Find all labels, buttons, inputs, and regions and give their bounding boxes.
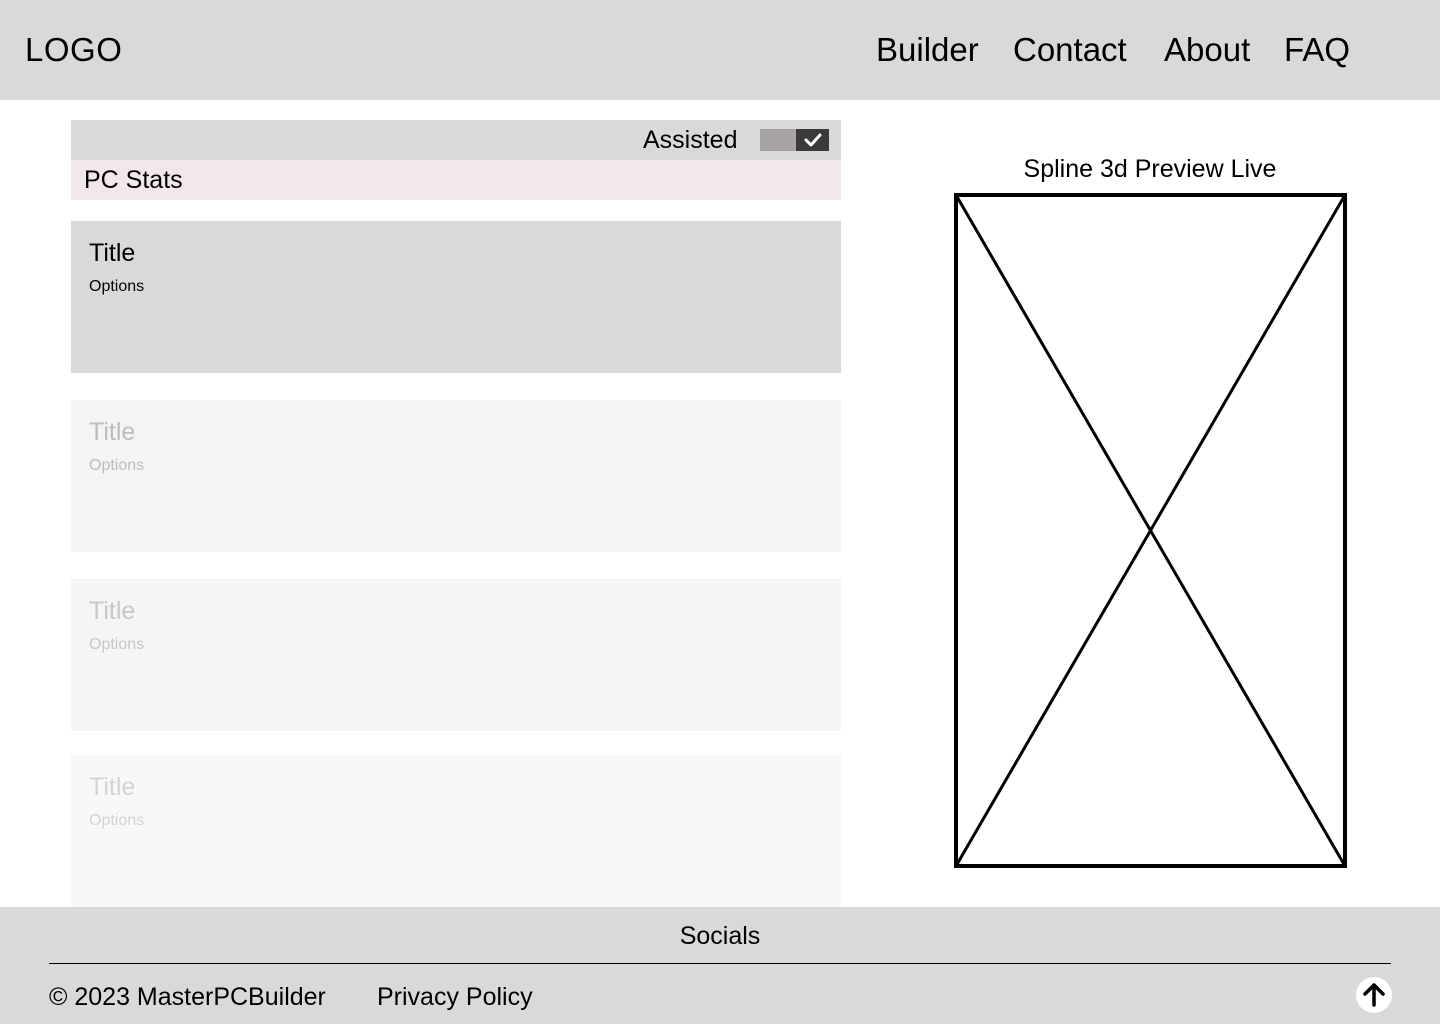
card-options: Options xyxy=(89,636,145,653)
pc-stats-bar[interactable]: PC Stats xyxy=(71,160,841,200)
component-card[interactable]: Title Options xyxy=(71,400,841,552)
check-icon xyxy=(804,133,821,147)
card-title: Title xyxy=(89,773,136,801)
nav-builder-link[interactable]: Builder xyxy=(876,30,979,70)
nav-contact-link[interactable]: Contact xyxy=(1013,30,1127,70)
site-header: LOGO Builder Contact About FAQ xyxy=(0,0,1440,100)
assisted-toggle[interactable] xyxy=(760,129,829,151)
assisted-label: Assisted xyxy=(643,126,738,154)
card-options: Options xyxy=(89,812,145,829)
preview-title: Spline 3d Preview Live xyxy=(1023,155,1277,183)
footer-divider xyxy=(49,963,1391,964)
site-footer: Socials © 2023 MasterPCBuilder Privacy P… xyxy=(0,907,1440,1024)
assisted-bar: Assisted xyxy=(71,120,841,160)
copyright-text: © 2023 MasterPCBuilder xyxy=(49,983,326,1011)
nav-faq-link[interactable]: FAQ xyxy=(1284,30,1350,70)
card-options: Options xyxy=(89,278,145,295)
nav-about-link[interactable]: About xyxy=(1164,30,1250,70)
component-card[interactable]: Title Options xyxy=(71,755,841,907)
logo[interactable]: LOGO xyxy=(25,30,122,70)
privacy-policy-link[interactable]: Privacy Policy xyxy=(377,982,533,1012)
pc-stats-label: PC Stats xyxy=(84,166,183,194)
socials-link[interactable]: Socials xyxy=(0,921,1440,951)
scroll-top-button[interactable] xyxy=(1356,977,1392,1013)
card-options: Options xyxy=(89,457,145,474)
card-title: Title xyxy=(89,418,136,446)
component-card[interactable]: Title Options xyxy=(71,221,841,373)
image-placeholder-icon xyxy=(954,193,1347,868)
preview-placeholder[interactable] xyxy=(954,193,1347,868)
arrow-up-icon xyxy=(1363,983,1385,1007)
toggle-knob xyxy=(796,129,829,151)
card-title: Title xyxy=(89,239,136,267)
card-title: Title xyxy=(89,597,136,625)
component-card[interactable]: Title Options xyxy=(71,579,841,731)
